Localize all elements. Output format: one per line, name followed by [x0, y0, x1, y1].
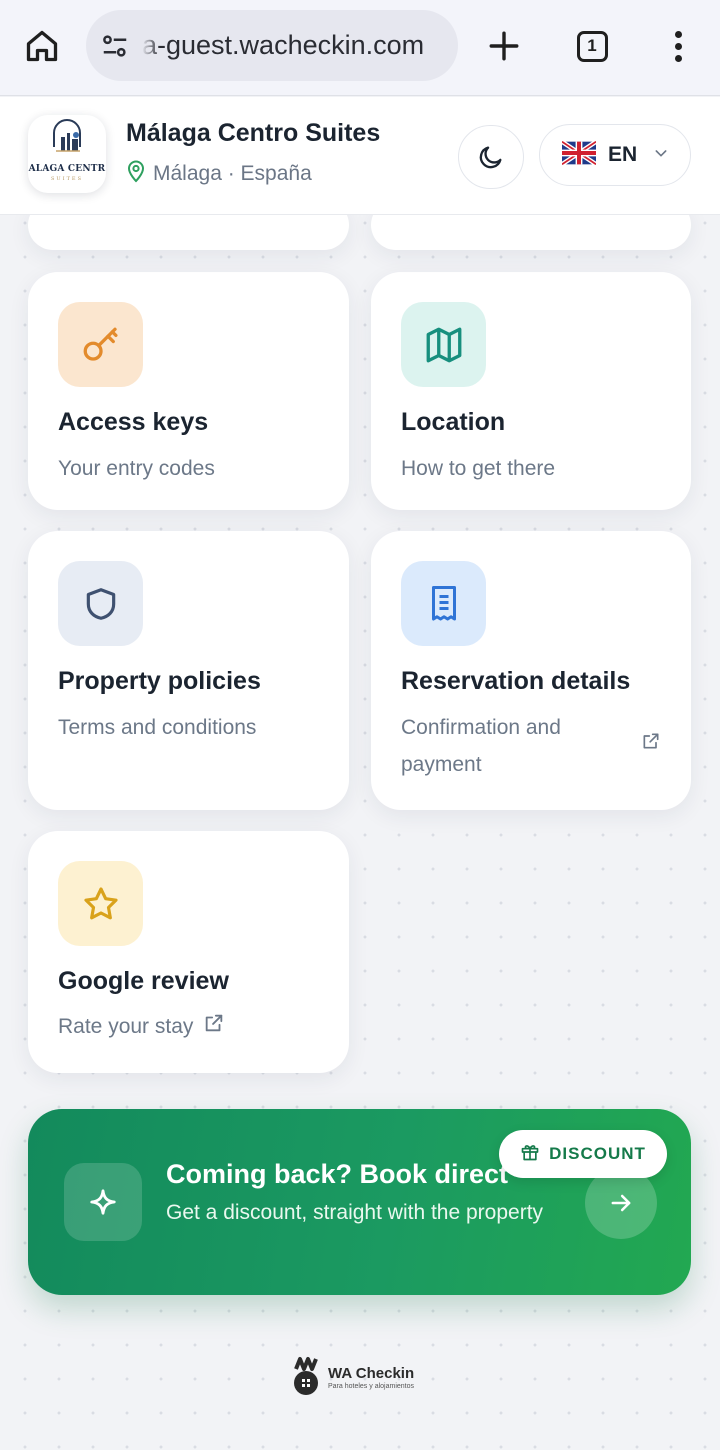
- card-subtitle: Your entry codes: [58, 457, 215, 480]
- card-property-policies[interactable]: Property policies Terms and conditions: [28, 531, 349, 810]
- brand-tagline: Para hoteles y alojamientos: [328, 1382, 414, 1390]
- gift-icon: [520, 1142, 540, 1167]
- url-text: a-guest.wacheckin.com: [142, 30, 425, 60]
- external-link-icon: [203, 1009, 225, 1046]
- external-link-icon: [641, 731, 661, 756]
- sparkle-icon: [64, 1163, 142, 1241]
- card-title: Location: [401, 408, 506, 436]
- card-subtitle-row: Rate your stay: [58, 1008, 225, 1046]
- home-icon[interactable]: [20, 24, 64, 68]
- card-subtitle: Rate your stay: [58, 1015, 194, 1038]
- property-name: Málaga Centro Suites: [126, 119, 381, 147]
- property-logo: ALAGA CENTR SUITES: [28, 115, 106, 193]
- promo-title: Coming back? Book direct: [166, 1159, 509, 1189]
- chevron-down-icon: [653, 145, 669, 166]
- discount-badge: DISCOUNT: [499, 1130, 667, 1178]
- map-icon: [401, 302, 486, 387]
- tab-count: 1: [576, 30, 608, 62]
- site-settings-icon[interactable]: [98, 29, 132, 63]
- uk-flag-icon: [560, 139, 598, 170]
- discount-label: DISCOUNT: [549, 1144, 646, 1163]
- wa-checkin-logo: [292, 1355, 324, 1402]
- card-reservation-details[interactable]: Reservation details Confirmation and pay…: [371, 531, 691, 810]
- receipt-icon: [401, 561, 486, 646]
- new-tab-icon[interactable]: [482, 24, 526, 68]
- language-code: EN: [608, 143, 638, 166]
- property-location: Málaga · España: [126, 159, 312, 189]
- card-title: Access keys: [58, 408, 209, 436]
- card-location[interactable]: Location How to get there: [371, 272, 691, 510]
- brand-name: WA Checkin: [328, 1364, 415, 1382]
- logo-subtext: SUITES: [50, 176, 84, 182]
- card-subtitle: How to get there: [401, 457, 556, 480]
- property-header: ALAGA CENTR SUITES Málaga Centro Suites …: [0, 97, 720, 215]
- shield-icon: [58, 561, 143, 646]
- key-icon: [58, 302, 143, 387]
- card-title: Property policies: [58, 667, 261, 695]
- card-title: Reservation details: [401, 667, 631, 695]
- location-text: Málaga · España: [153, 162, 312, 185]
- address-bar[interactable]: a-guest.wacheckin.com: [86, 10, 458, 81]
- card-access-keys[interactable]: Access keys Your entry codes: [28, 272, 349, 510]
- moon-icon: [479, 146, 502, 169]
- card-subtitle: Confirmation and payment: [401, 716, 561, 776]
- logo-wordmark: ALAGA CENTR: [28, 164, 106, 174]
- dark-mode-button[interactable]: [458, 125, 524, 189]
- promo-subtitle: Get a discount, straight with the proper…: [166, 1201, 544, 1224]
- card-subtitle: Terms and conditions: [58, 716, 257, 739]
- language-selector[interactable]: EN: [539, 124, 691, 186]
- browser-toolbar: a-guest.wacheckin.com 1: [0, 0, 720, 96]
- footer-brand: WA Checkin Para hoteles y alojamientos: [292, 1356, 414, 1400]
- more-menu-icon[interactable]: [660, 24, 696, 68]
- card-title: Google review: [58, 967, 229, 995]
- map-pin-icon: [126, 159, 146, 189]
- tab-switcher-button[interactable]: 1: [570, 24, 614, 68]
- card-google-review[interactable]: Google review Rate your stay: [28, 831, 349, 1073]
- star-icon: [58, 861, 143, 946]
- book-direct-banner[interactable]: Coming back? Book direct Get a discount,…: [28, 1109, 691, 1295]
